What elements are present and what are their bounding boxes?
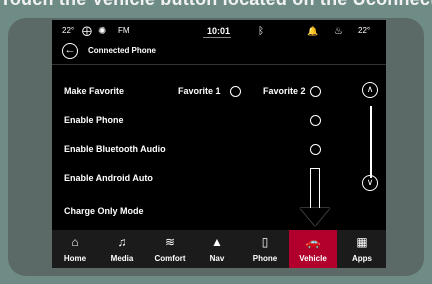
back-arrow-icon[interactable]: ← xyxy=(62,43,78,59)
row-enable-bluetooth-audio: Enable Bluetooth Audio xyxy=(64,144,166,154)
temp-right: 22° xyxy=(358,26,371,35)
page-header: ← Connected Phone xyxy=(52,42,386,62)
nav-label: Comfort xyxy=(154,254,186,263)
scroll-down-button[interactable]: ∨ xyxy=(362,175,378,191)
touchscreen: 22° ⨁ ✺ FM 10:01 ᛒ 🔔 ♨ 22° ← Connected P… xyxy=(52,20,386,268)
nav-label: Nav xyxy=(209,254,225,263)
favorite-1-label: Favorite 1 xyxy=(178,86,221,96)
climate-icon: ≋ xyxy=(164,235,176,249)
clock-underline xyxy=(203,37,231,38)
header-divider xyxy=(52,64,386,65)
apps-grid-icon: ▦ xyxy=(356,235,368,249)
nav-phone[interactable]: ▯ Phone xyxy=(242,230,288,268)
heated-seat-icon[interactable]: ♨ xyxy=(334,26,343,37)
row-charge-only-mode: Charge Only Mode xyxy=(64,206,144,216)
scroll-up-button[interactable]: ∧ xyxy=(362,82,378,98)
photo-frame: Touch the Vehicle button located on the … xyxy=(0,0,432,284)
row-enable-phone: Enable Phone xyxy=(64,115,124,125)
bluetooth-icon: ᛒ xyxy=(258,26,264,37)
nav-comfort[interactable]: ≋ Comfort xyxy=(147,230,193,268)
home-icon: ⌂ xyxy=(71,235,79,249)
enable-phone-radio[interactable] xyxy=(310,115,321,126)
row-make-favorite: Make Favorite xyxy=(64,86,125,96)
navigation-arrow-icon: ▲ xyxy=(211,235,223,249)
favorite-2-radio[interactable] xyxy=(310,86,321,97)
nav-apps[interactable]: ▦ Apps xyxy=(339,230,385,268)
page-title: Connected Phone xyxy=(88,46,157,55)
clock: 10:01 xyxy=(207,26,231,36)
nav-label: Home xyxy=(63,254,87,263)
nav-label: Apps xyxy=(352,254,372,263)
pointer-arrow-icon xyxy=(300,208,330,226)
favorite-2-label: Favorite 2 xyxy=(263,86,306,96)
bottom-nav: ⌂ Home ♫ Media ≋ Comfort ▲ Nav ▯ Phone 🚗 xyxy=(52,230,386,268)
nav-home[interactable]: ⌂ Home xyxy=(52,230,98,268)
favorite-1-radio[interactable] xyxy=(230,86,241,97)
enable-bluetooth-audio-radio[interactable] xyxy=(310,144,321,155)
nav-nav[interactable]: ▲ Nav xyxy=(194,230,240,268)
fan-icon[interactable]: ✺ xyxy=(98,26,106,37)
nav-label: Media xyxy=(110,254,134,263)
nav-media[interactable]: ♫ Media xyxy=(99,230,145,268)
heated-steering-icon[interactable]: ⨁ xyxy=(82,26,92,37)
temp-left: 22° xyxy=(62,26,75,35)
status-bar: 22° ⨁ ✺ FM 10:01 ᛒ 🔔 ♨ 22° xyxy=(52,20,386,40)
nav-label: Vehicle xyxy=(299,254,327,263)
caption-text: Touch the Vehicle button located on the … xyxy=(0,0,432,12)
row-enable-android-auto: Enable Android Auto xyxy=(64,173,153,183)
car-icon: 🚗 xyxy=(305,235,321,249)
music-note-icon: ♫ xyxy=(117,235,127,249)
pointer-arrow-shaft xyxy=(310,168,320,210)
scroll-track[interactable] xyxy=(370,106,372,178)
nav-vehicle[interactable]: 🚗 Vehicle xyxy=(289,230,337,268)
bell-icon: 🔔 xyxy=(307,26,319,36)
fm-indicator: FM xyxy=(118,26,130,35)
nav-label: Phone xyxy=(252,254,278,263)
phone-icon: ▯ xyxy=(261,235,269,249)
